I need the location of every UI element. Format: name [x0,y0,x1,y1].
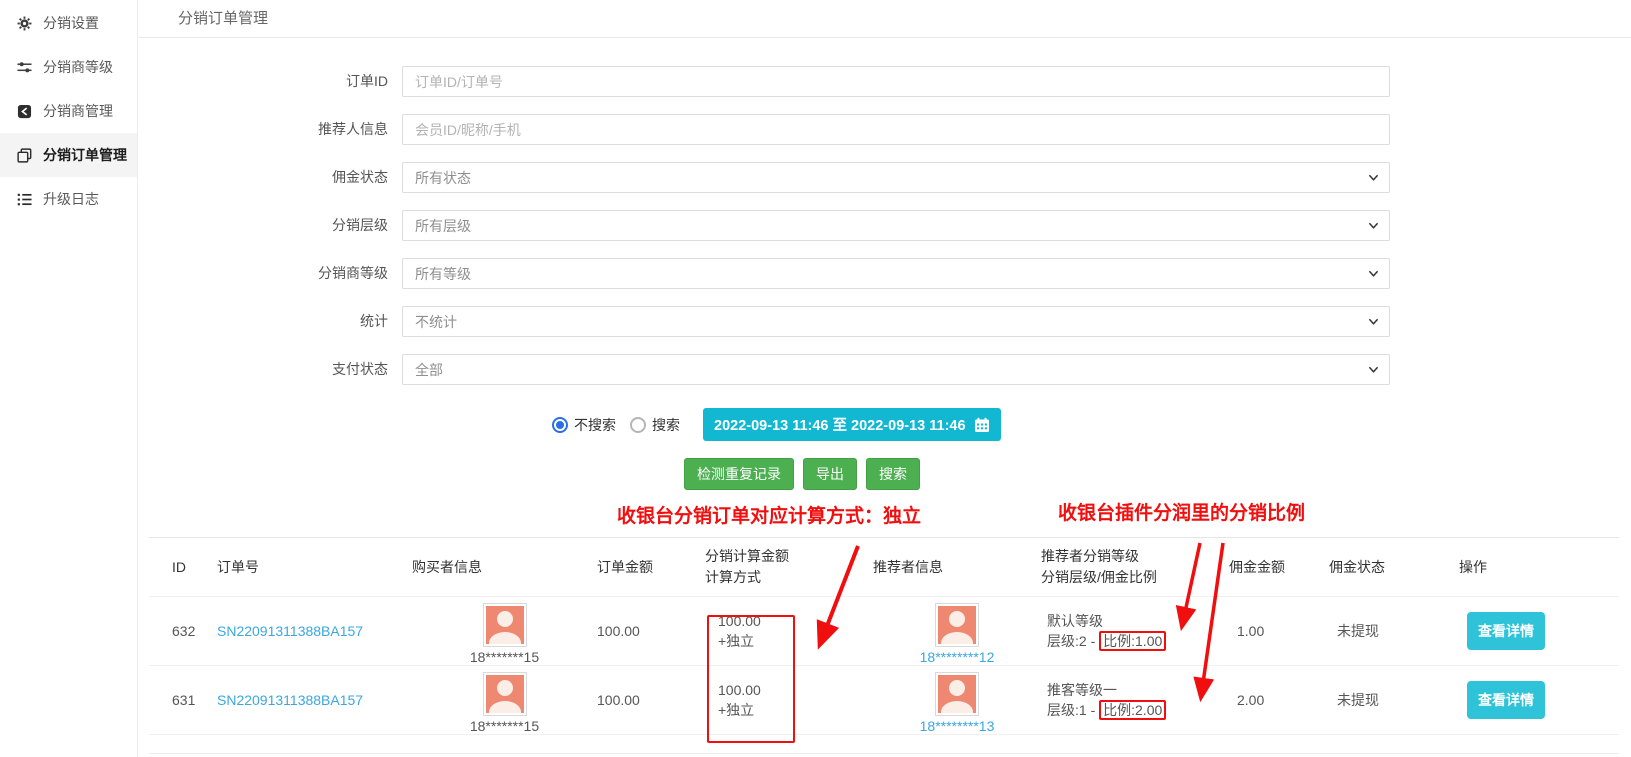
copy-icon [17,148,32,163]
col-commission: 佣金金额 [1229,557,1329,578]
gear-icon [17,16,32,31]
date-range-button[interactable]: 2022-09-13 11:46 至 2022-09-13 11:46 [703,408,1001,441]
referrer-avatar [935,603,979,647]
row-id: 632 [172,597,217,665]
col-buyer: 购买者信息 [412,557,597,578]
annotation-ratio-note: 收银台插件分润里的分销比例 [1058,498,1305,525]
distributor-grade-select[interactable]: 所有等级 [402,258,1390,289]
ratio-highlight-box: 比例:1.00 [1099,631,1166,651]
ratio-highlight-box: 比例:2.00 [1099,700,1166,720]
calc-cell: 100.00 +独立 [705,597,873,665]
page-title: 分销订单管理 [139,0,1631,38]
col-order-no: 订单号 [217,557,412,578]
order-id-input[interactable] [402,66,1390,97]
list-icon [17,192,32,207]
referrer-grade-cell: 默认等级 层级:2 - 比例:1.00 [1041,597,1229,665]
chevron-down-icon [1368,364,1379,375]
search-radio[interactable] [630,417,646,433]
search-button[interactable]: 搜索 [866,458,920,490]
referrer-grade-cell: 推客等级一 层级:1 - 比例:2.00 [1041,666,1229,734]
buyer-cell: 18*******15 [412,597,597,665]
action-button-row: 检测重复记录 导出 搜索 [684,458,1631,490]
referrer-phone-link[interactable]: 18********12 [920,649,995,665]
pay-status-select[interactable]: 全部 [402,354,1390,385]
referrer-info-input[interactable] [402,114,1390,145]
referrer-info-label: 推荐人信息 [139,114,402,145]
filter-form: 订单ID 推荐人信息 佣金状态 所有状态 分销层级 所有层级 [139,38,1631,490]
table-header-row: ID 订单号 购买者信息 订单金额 分销计算金额计算方式 推荐者信息 推荐者分销… [149,538,1619,596]
orders-table: ID 订单号 购买者信息 订单金额 分销计算金额计算方式 推荐者信息 推荐者分销… [149,537,1619,735]
buyer-cell: 18*******15 [412,666,597,734]
col-actions: 操作 [1459,557,1609,578]
commission-status-label: 佣金状态 [139,162,402,193]
view-details-button[interactable]: 查看详情 [1467,681,1545,719]
distributor-grade-label: 分销商等级 [139,258,402,289]
sidebar-item-distribution-orders[interactable]: 分销订单管理 [0,133,137,177]
export-button[interactable]: 导出 [803,458,857,490]
sidebar-item-label: 分销商管理 [43,101,113,121]
sidebar-item-upgrade-log[interactable]: 升级日志 [0,177,137,221]
sidebar-item-label: 分销设置 [43,13,99,33]
commission-amount: 2.00 [1229,666,1329,734]
no-search-radio[interactable] [552,417,568,433]
buyer-phone: 18*******15 [470,718,539,734]
referrer-avatar [935,672,979,716]
share-square-icon [17,104,32,119]
chevron-down-icon [1368,316,1379,327]
calendar-icon [974,417,990,433]
commission-status: 未提现 [1329,666,1459,734]
calc-cell: 100.00 +独立 [705,666,873,734]
table-row: 631 SN22091311388BA157 18*******15 100.0… [149,665,1619,735]
referrer-cell: 18********13 [873,666,1041,734]
sidebar-item-distribution-settings[interactable]: 分销设置 [0,1,137,45]
col-referrer-grade: 推荐者分销等级 [1041,546,1229,567]
view-details-button[interactable]: 查看详情 [1467,612,1545,650]
order-id-label: 订单ID [139,66,402,97]
order-amount: 100.00 [597,597,705,665]
referrer-cell: 18********12 [873,597,1041,665]
order-amount: 100.00 [597,666,705,734]
referrer-phone-link[interactable]: 18********13 [920,718,995,734]
sidebar-item-label: 分销订单管理 [43,145,127,165]
pay-status-label: 支付状态 [139,354,402,385]
chevron-down-icon [1368,268,1379,279]
annotation-calc-note: 收银台分销订单对应计算方式：独立 [617,501,921,528]
col-referrer: 推荐者信息 [873,557,1041,578]
sliders-icon [17,60,32,75]
col-id: ID [172,557,217,578]
table-row: 632 SN22091311388BA157 18*******15 100.0… [149,596,1619,665]
search-radio-label: 搜索 [652,415,680,435]
buyer-avatar [483,603,527,647]
col-calc-amount: 分销计算金额 [705,546,873,567]
check-duplicate-button[interactable]: 检测重复记录 [684,458,794,490]
col-order-amount: 订单金额 [597,557,705,578]
statistics-select[interactable]: 不统计 [402,306,1390,337]
chevron-down-icon [1368,220,1379,231]
sidebar-item-distributor-management[interactable]: 分销商管理 [0,89,137,133]
next-row-divider [149,753,1619,754]
statistics-label: 统计 [139,306,402,337]
order-no-link[interactable]: SN22091311388BA157 [217,623,363,639]
chevron-down-icon [1368,172,1379,183]
order-no-link[interactable]: SN22091311388BA157 [217,692,363,708]
distribution-level-select[interactable]: 所有层级 [402,210,1390,241]
row-id: 631 [172,666,217,734]
distribution-level-label: 分销层级 [139,210,402,241]
commission-status-select[interactable]: 所有状态 [402,162,1390,193]
commission-amount: 1.00 [1229,597,1329,665]
sidebar: 分销设置 分销商等级 分销商管理 分销订单管理 升级日志 [0,0,138,757]
sidebar-item-label: 分销商等级 [43,57,113,77]
no-search-radio-label: 不搜索 [574,415,616,435]
col-commission-status: 佣金状态 [1329,557,1459,578]
sidebar-item-label: 升级日志 [43,189,99,209]
sidebar-item-distributor-grade[interactable]: 分销商等级 [0,45,137,89]
date-search-row: 不搜索 搜索 2022-09-13 11:46 至 2022-09-13 11:… [552,408,1631,441]
commission-status: 未提现 [1329,597,1459,665]
buyer-avatar [483,672,527,716]
buyer-phone: 18*******15 [470,649,539,665]
